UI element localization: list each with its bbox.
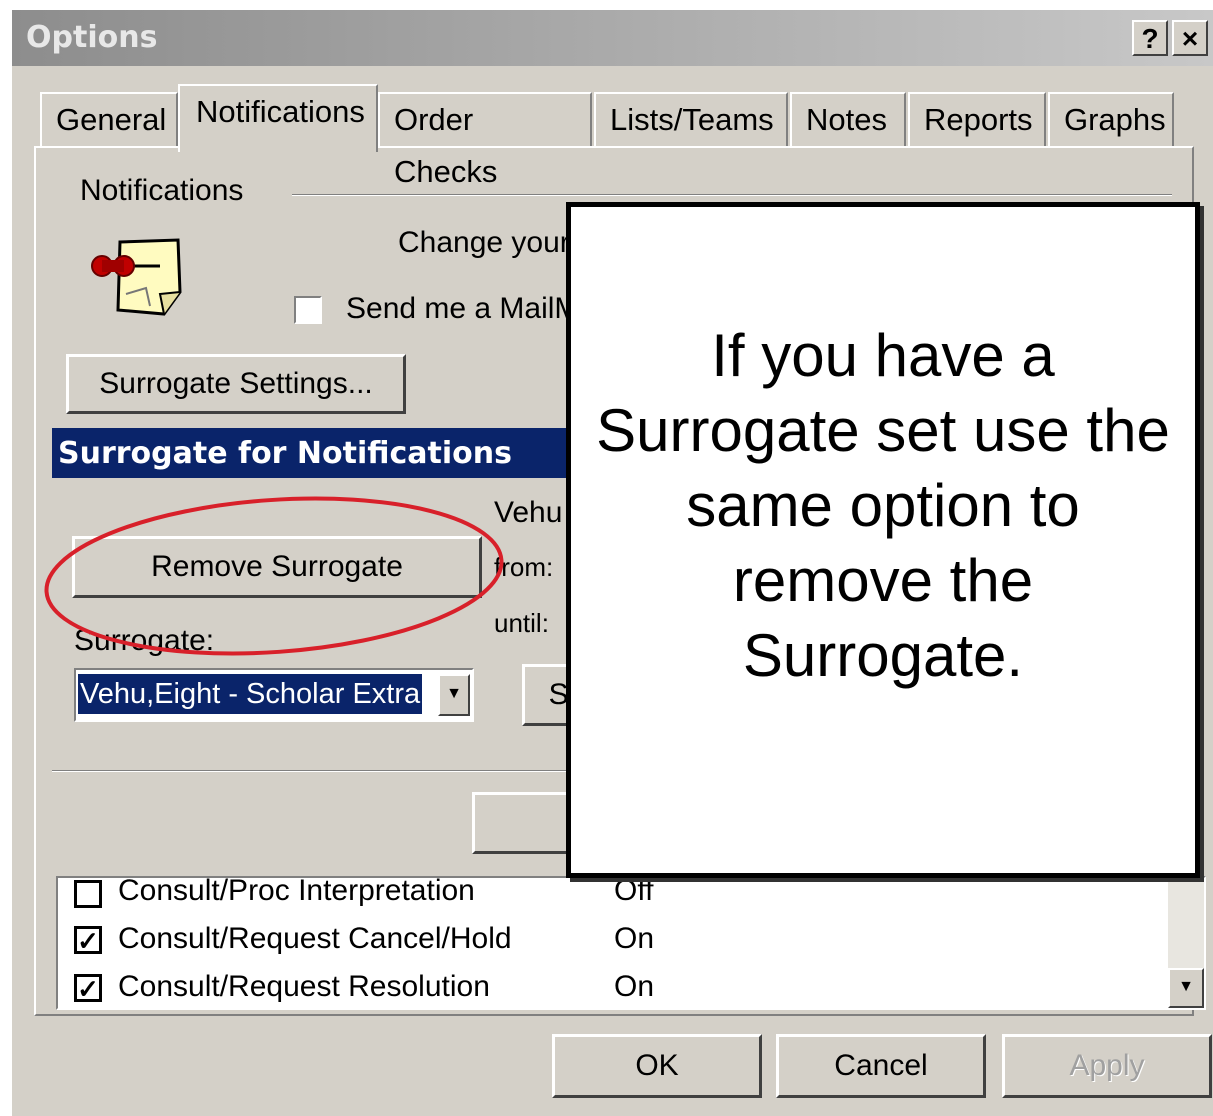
- list-item-name: Consult/Proc Interpretation: [118, 876, 475, 907]
- cancel-button[interactable]: Cancel: [776, 1034, 986, 1098]
- scroll-down-icon[interactable]: ▼: [1168, 968, 1204, 1008]
- surrogate-settings-button[interactable]: Surrogate Settings...: [66, 354, 406, 414]
- tab-reports[interactable]: Reports: [908, 92, 1046, 148]
- surrogate-header-bar: Surrogate for Notifications: [52, 428, 592, 478]
- notifications-group-label: Notifications: [80, 174, 244, 207]
- tab-graphs[interactable]: Graphs: [1048, 92, 1174, 148]
- pushpin-note-icon: [86, 232, 196, 322]
- title-bar: Options ? ×: [12, 10, 1213, 66]
- tab-notes[interactable]: Notes: [790, 92, 906, 148]
- checkmark-icon[interactable]: ✓: [74, 974, 102, 1002]
- help-button[interactable]: ?: [1132, 20, 1168, 56]
- list-scrollbar[interactable]: ▼: [1168, 878, 1204, 1008]
- list-item-value: Off: [614, 876, 654, 907]
- group-divider: [292, 194, 1172, 196]
- tab-lists-teams[interactable]: Lists/Teams: [594, 92, 788, 148]
- mail-checkbox-label: Send me a MailM: [346, 292, 580, 325]
- checkmark-icon[interactable]: ✓: [74, 926, 102, 954]
- list-item-checkbox[interactable]: [74, 880, 102, 908]
- list-item-name: Consult/Request Resolution: [118, 970, 490, 1003]
- list-item[interactable]: ✓ Consult/Request Cancel/Hold On: [68, 920, 1128, 964]
- tab-notifications[interactable]: Notifications: [178, 84, 378, 152]
- tab-order-checks[interactable]: Order Checks: [378, 92, 592, 189]
- list-item-value: On: [614, 922, 655, 955]
- tab-general[interactable]: General: [40, 92, 178, 148]
- surrogate-header-title: Surrogate for Notifications: [58, 436, 512, 471]
- list-item-value: On: [614, 970, 655, 1003]
- surrogate-combobox[interactable]: Vehu,Eight - Scholar Extra ▼: [74, 668, 474, 722]
- list-item-name: Consult/Request Cancel/Hold: [118, 922, 512, 955]
- instruction-callout: If you have a Surrogate set use the same…: [566, 202, 1200, 878]
- change-text: Change your: [398, 226, 570, 259]
- chevron-down-icon[interactable]: ▼: [438, 674, 470, 716]
- ok-button[interactable]: OK: [552, 1034, 762, 1098]
- surrogate-selected-value: Vehu,Eight - Scholar Extra: [76, 673, 424, 715]
- notification-list[interactable]: Consult/Proc Interpretation Off ✓ Consul…: [56, 876, 1206, 1010]
- apply-button[interactable]: Apply: [1002, 1034, 1212, 1098]
- highlight-ellipse: [36, 488, 526, 668]
- callout-text: If you have a Surrogate set use the same…: [596, 321, 1170, 689]
- list-item[interactable]: Consult/Proc Interpretation Off: [68, 876, 1128, 916]
- close-button[interactable]: ×: [1172, 20, 1208, 56]
- window-title: Options: [26, 20, 158, 55]
- section-divider: [52, 770, 612, 772]
- mail-checkbox[interactable]: [294, 296, 322, 324]
- list-item[interactable]: ✓ Consult/Request Resolution On: [68, 968, 1128, 1008]
